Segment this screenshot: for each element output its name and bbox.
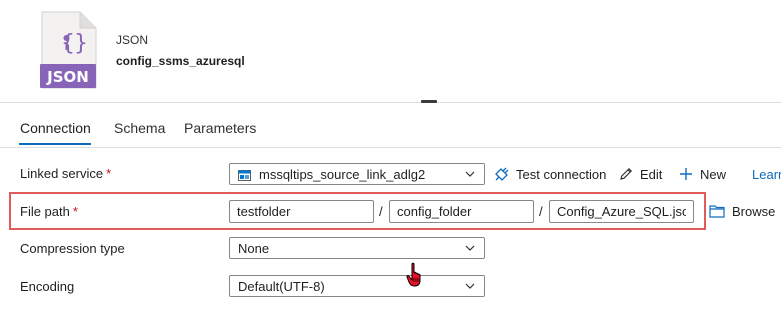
path-separator: / [539,204,543,219]
file-path-label: File path * [20,204,78,219]
encoding-value: Default(UTF-8) [238,279,325,294]
browse-label: Browse [732,203,776,219]
dataset-type-label: JSON [116,33,149,47]
test-connection-label: Test connection [516,166,607,182]
pencil-icon [620,167,633,180]
linked-service-select[interactable]: mssqltips_source_link_adlg2 [229,163,485,185]
compression-type-value: None [238,241,270,256]
plus-icon [680,168,692,180]
encoding-select[interactable]: Default(UTF-8) [229,275,485,297]
browse-button[interactable]: Browse [709,201,775,221]
plug-icon [495,167,509,181]
chevron-down-icon [465,171,475,177]
file-path-file-input[interactable] [549,200,694,223]
edit-button[interactable]: Edit [618,163,662,185]
folder-icon [709,205,725,218]
svg-text:}: } [74,31,88,56]
chevron-down-icon [465,283,475,289]
panel-resize-handle[interactable] [421,100,437,103]
tabs-divider [0,147,781,148]
path-separator: / [379,204,383,219]
tab-connection[interactable]: Connection [20,120,91,136]
chevron-down-icon [465,245,475,251]
file-path-container-input[interactable] [229,200,374,223]
test-connection-button[interactable]: Test connection [494,163,606,185]
file-path-directory-input[interactable] [389,200,534,223]
compression-type-select[interactable]: None [229,237,485,259]
compression-type-label: Compression type [20,241,125,256]
new-button[interactable]: New [678,163,726,185]
linked-service-label: Linked service * [20,166,112,181]
hand-pointer-cursor-icon [405,262,427,288]
dataset-name: config_ssms_azuresql [116,54,245,68]
active-tab-indicator [19,143,91,145]
learn-more-link[interactable]: Learn [752,167,781,182]
tab-schema[interactable]: Schema [114,120,165,136]
json-badge-text: JSON [46,68,89,86]
encoding-label: Encoding [20,279,75,294]
tab-parameters[interactable]: Parameters [184,120,256,136]
linked-service-value: mssqltips_source_link_adlg2 [259,167,426,182]
storage-icon [238,169,251,184]
edit-label: Edit [640,166,663,182]
svg-text:{: { [61,31,75,56]
json-file-icon: { } JSON [38,10,98,90]
header-divider [0,102,781,103]
new-label: New [700,166,727,182]
